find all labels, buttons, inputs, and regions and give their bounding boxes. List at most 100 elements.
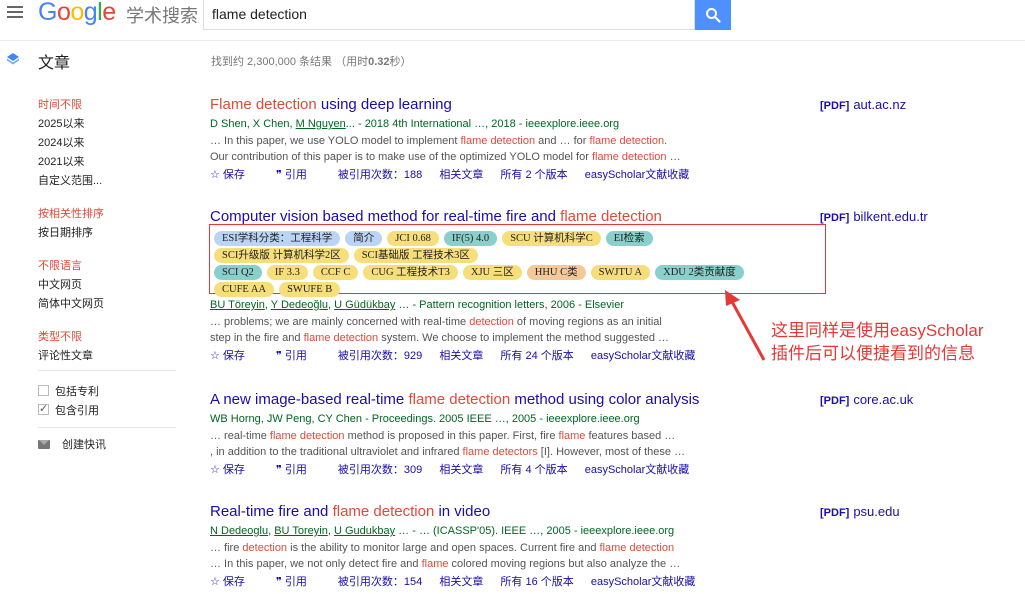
badge-ei[interactable]: EI检索 [605,231,653,246]
badge-xdu[interactable]: XDU 2类贡献度 [655,265,744,280]
cite-button[interactable]: ❞ 引用 [276,350,321,362]
search-icon [706,8,721,23]
badge-cufe[interactable]: CUFE AA [214,282,275,297]
result-title[interactable]: A new image-based real-time flame detect… [210,391,810,409]
badge-if[interactable]: IF 3.3 [266,265,308,280]
include-patents-toggle[interactable]: 包括专利 [38,383,178,402]
cited-by-link[interactable]: 被引用次数：929 [338,350,422,362]
search-box[interactable] [203,0,695,30]
star-icon: ☆ [210,464,220,476]
header-divider [0,40,1025,41]
include-citations-toggle[interactable]: 包含引用 [38,400,178,421]
easyscholar-save-link[interactable]: easyScholar文献收藏 [591,350,696,362]
badge-row: SCI Q2 IF 3.3 CCF C CUG 工程技术T3 XJU 三区 HHU C类 S… [214,262,749,280]
include-patents-label: 包括专利 [55,386,99,398]
sidebar-divider [38,427,176,428]
time-since-2025[interactable]: 2025以来 [38,115,178,134]
badge-ccf[interactable]: CCF C [312,265,359,280]
result-item: Real-time fire and flame detection in vi… [210,503,810,590]
scholar-logo-text[interactable]: 学术搜索 [126,2,198,28]
save-button[interactable]: ☆ 保存 [210,169,259,181]
related-articles-link[interactable]: 相关文章 [439,576,483,588]
cite-button[interactable]: ❞ 引用 [276,169,321,181]
badge-esi[interactable]: ESI学科分类：工程科学 [214,231,341,246]
result-snippet: … In this paper, we use YOLO model to im… [210,135,668,147]
badge-swjtu[interactable]: SWJTU A [590,265,651,280]
save-button[interactable]: ☆ 保存 [210,576,259,588]
result-authors: WB Horng, JW Peng, CY Chen - Proceedings… [210,413,640,425]
badge-intro[interactable]: 简介 [345,231,383,246]
time-since-2024[interactable]: 2024以来 [38,134,178,153]
language-simplified-chinese[interactable]: 简体中文网页 [38,295,178,314]
result-item: Flame detection using deep learning D Sh… [210,96,810,183]
checkbox-icon[interactable] [38,385,49,396]
easyscholar-save-link[interactable]: easyScholar文献收藏 [585,169,690,181]
sidebar: 时间不限 2025以来 2024以来 2021以来 自定义范围... 按相关性排… [38,96,178,455]
author-link[interactable]: Y Dedeoğlu [271,299,328,311]
language-any[interactable]: 不限语言 [38,257,178,276]
badge-scu[interactable]: SCU 计算机科学C [502,231,601,246]
cited-by-link[interactable]: 被引用次数：309 [338,464,422,476]
result-authors: D Shen, X Chen, M Nguyen... - 2018 4th I… [210,118,620,130]
time-any[interactable]: 时间不限 [38,96,178,115]
quote-icon: ❞ [275,350,282,362]
badge-row: SCI升级版 计算机科学2区 SCI基础版 工程技术3区 [214,245,483,263]
cited-by-link[interactable]: 被引用次数：188 [338,169,422,181]
badge-sci-upgrade[interactable]: SCI升级版 计算机科学2区 [214,248,349,263]
google-logo[interactable]: Google [38,0,116,27]
sort-date[interactable]: 按日期排序 [38,224,178,243]
save-button[interactable]: ☆ 保存 [210,350,259,362]
author-link[interactable]: U Gudukbay [334,525,395,537]
author-link[interactable]: N Dedeoglu [210,525,268,537]
badge-cug[interactable]: CUG 工程技术T3 [363,265,458,280]
versions-link[interactable]: 所有 24 个版本 [500,350,573,362]
result-title[interactable]: Real-time fire and flame detection in vi… [210,503,810,521]
sort-relevance[interactable]: 按相关性排序 [38,205,178,224]
related-articles-link[interactable]: 相关文章 [439,350,483,362]
result-authors: BU Töreyin, Y Dedeoğlu, U Güdükbay … - P… [210,299,624,311]
cite-button[interactable]: ❞ 引用 [276,576,321,588]
easyscholar-save-link[interactable]: easyScholar文献收藏 [591,576,696,588]
time-custom-range[interactable]: 自定义范围... [38,172,178,191]
save-button[interactable]: ☆ 保存 [210,464,259,476]
type-any[interactable]: 类型不限 [38,328,178,347]
search-button[interactable] [695,0,731,30]
create-alert-label: 创建快讯 [62,439,106,451]
pdf-link[interactable]: [PDF] bilkent.edu.tr [820,209,928,224]
pdf-link[interactable]: [PDF] psu.edu [820,504,900,519]
author-link[interactable]: BU Töreyin [210,299,265,311]
author-link[interactable]: M Nguyen [296,118,346,130]
easyscholar-save-link[interactable]: easyScholar文献收藏 [585,464,690,476]
author-link[interactable]: BU Toreyin [274,525,328,537]
versions-link[interactable]: 所有 2 个版本 [500,169,567,181]
quote-icon: ❞ [275,169,282,181]
menu-icon[interactable] [7,6,23,20]
author-link[interactable]: U Güdükbay [334,299,395,311]
versions-link[interactable]: 所有 16 个版本 [500,576,573,588]
related-articles-link[interactable]: 相关文章 [439,169,483,181]
result-snippet: … fire detection is the ability to monit… [210,542,675,554]
result-title[interactable]: Flame detection using deep learning [210,96,810,114]
type-filter: 类型不限 评论性文章 [38,328,178,366]
time-since-2021[interactable]: 2021以来 [38,153,178,172]
language-chinese[interactable]: 中文网页 [38,276,178,295]
search-input[interactable] [204,0,690,28]
pdf-link[interactable]: [PDF] core.ac.uk [820,392,913,407]
cited-by-link[interactable]: 被引用次数：154 [338,576,422,588]
pdf-link[interactable]: [PDF] aut.ac.nz [820,97,906,112]
result-stats: 找到约 2,300,000 条结果 （用时0.32秒） [211,56,412,68]
related-articles-link[interactable]: 相关文章 [439,464,483,476]
cite-button[interactable]: ❞ 引用 [276,464,321,476]
versions-link[interactable]: 所有 4 个版本 [500,464,567,476]
badge-xju[interactable]: XJU 三区 [462,265,522,280]
badge-if5[interactable]: IF(5) 4.0 [443,231,498,246]
badge-sci-basic[interactable]: SCI基础版 工程技术3区 [353,248,478,263]
create-alert-link[interactable]: 创建快讯 [38,436,178,455]
checkbox-checked-icon[interactable] [38,400,49,419]
badge-hhu[interactable]: HHU C类 [526,265,586,280]
badge-swufe[interactable]: SWUFE B [279,282,341,297]
badge-sci-q2[interactable]: SCI Q2 [214,265,262,280]
result-actions: ☆ 保存 ❞ 引用 被引用次数：929 相关文章 所有 24 个版本 easySch… [210,348,810,364]
type-review[interactable]: 评论性文章 [38,347,178,366]
badge-jci[interactable]: JCI 0.68 [387,231,439,246]
